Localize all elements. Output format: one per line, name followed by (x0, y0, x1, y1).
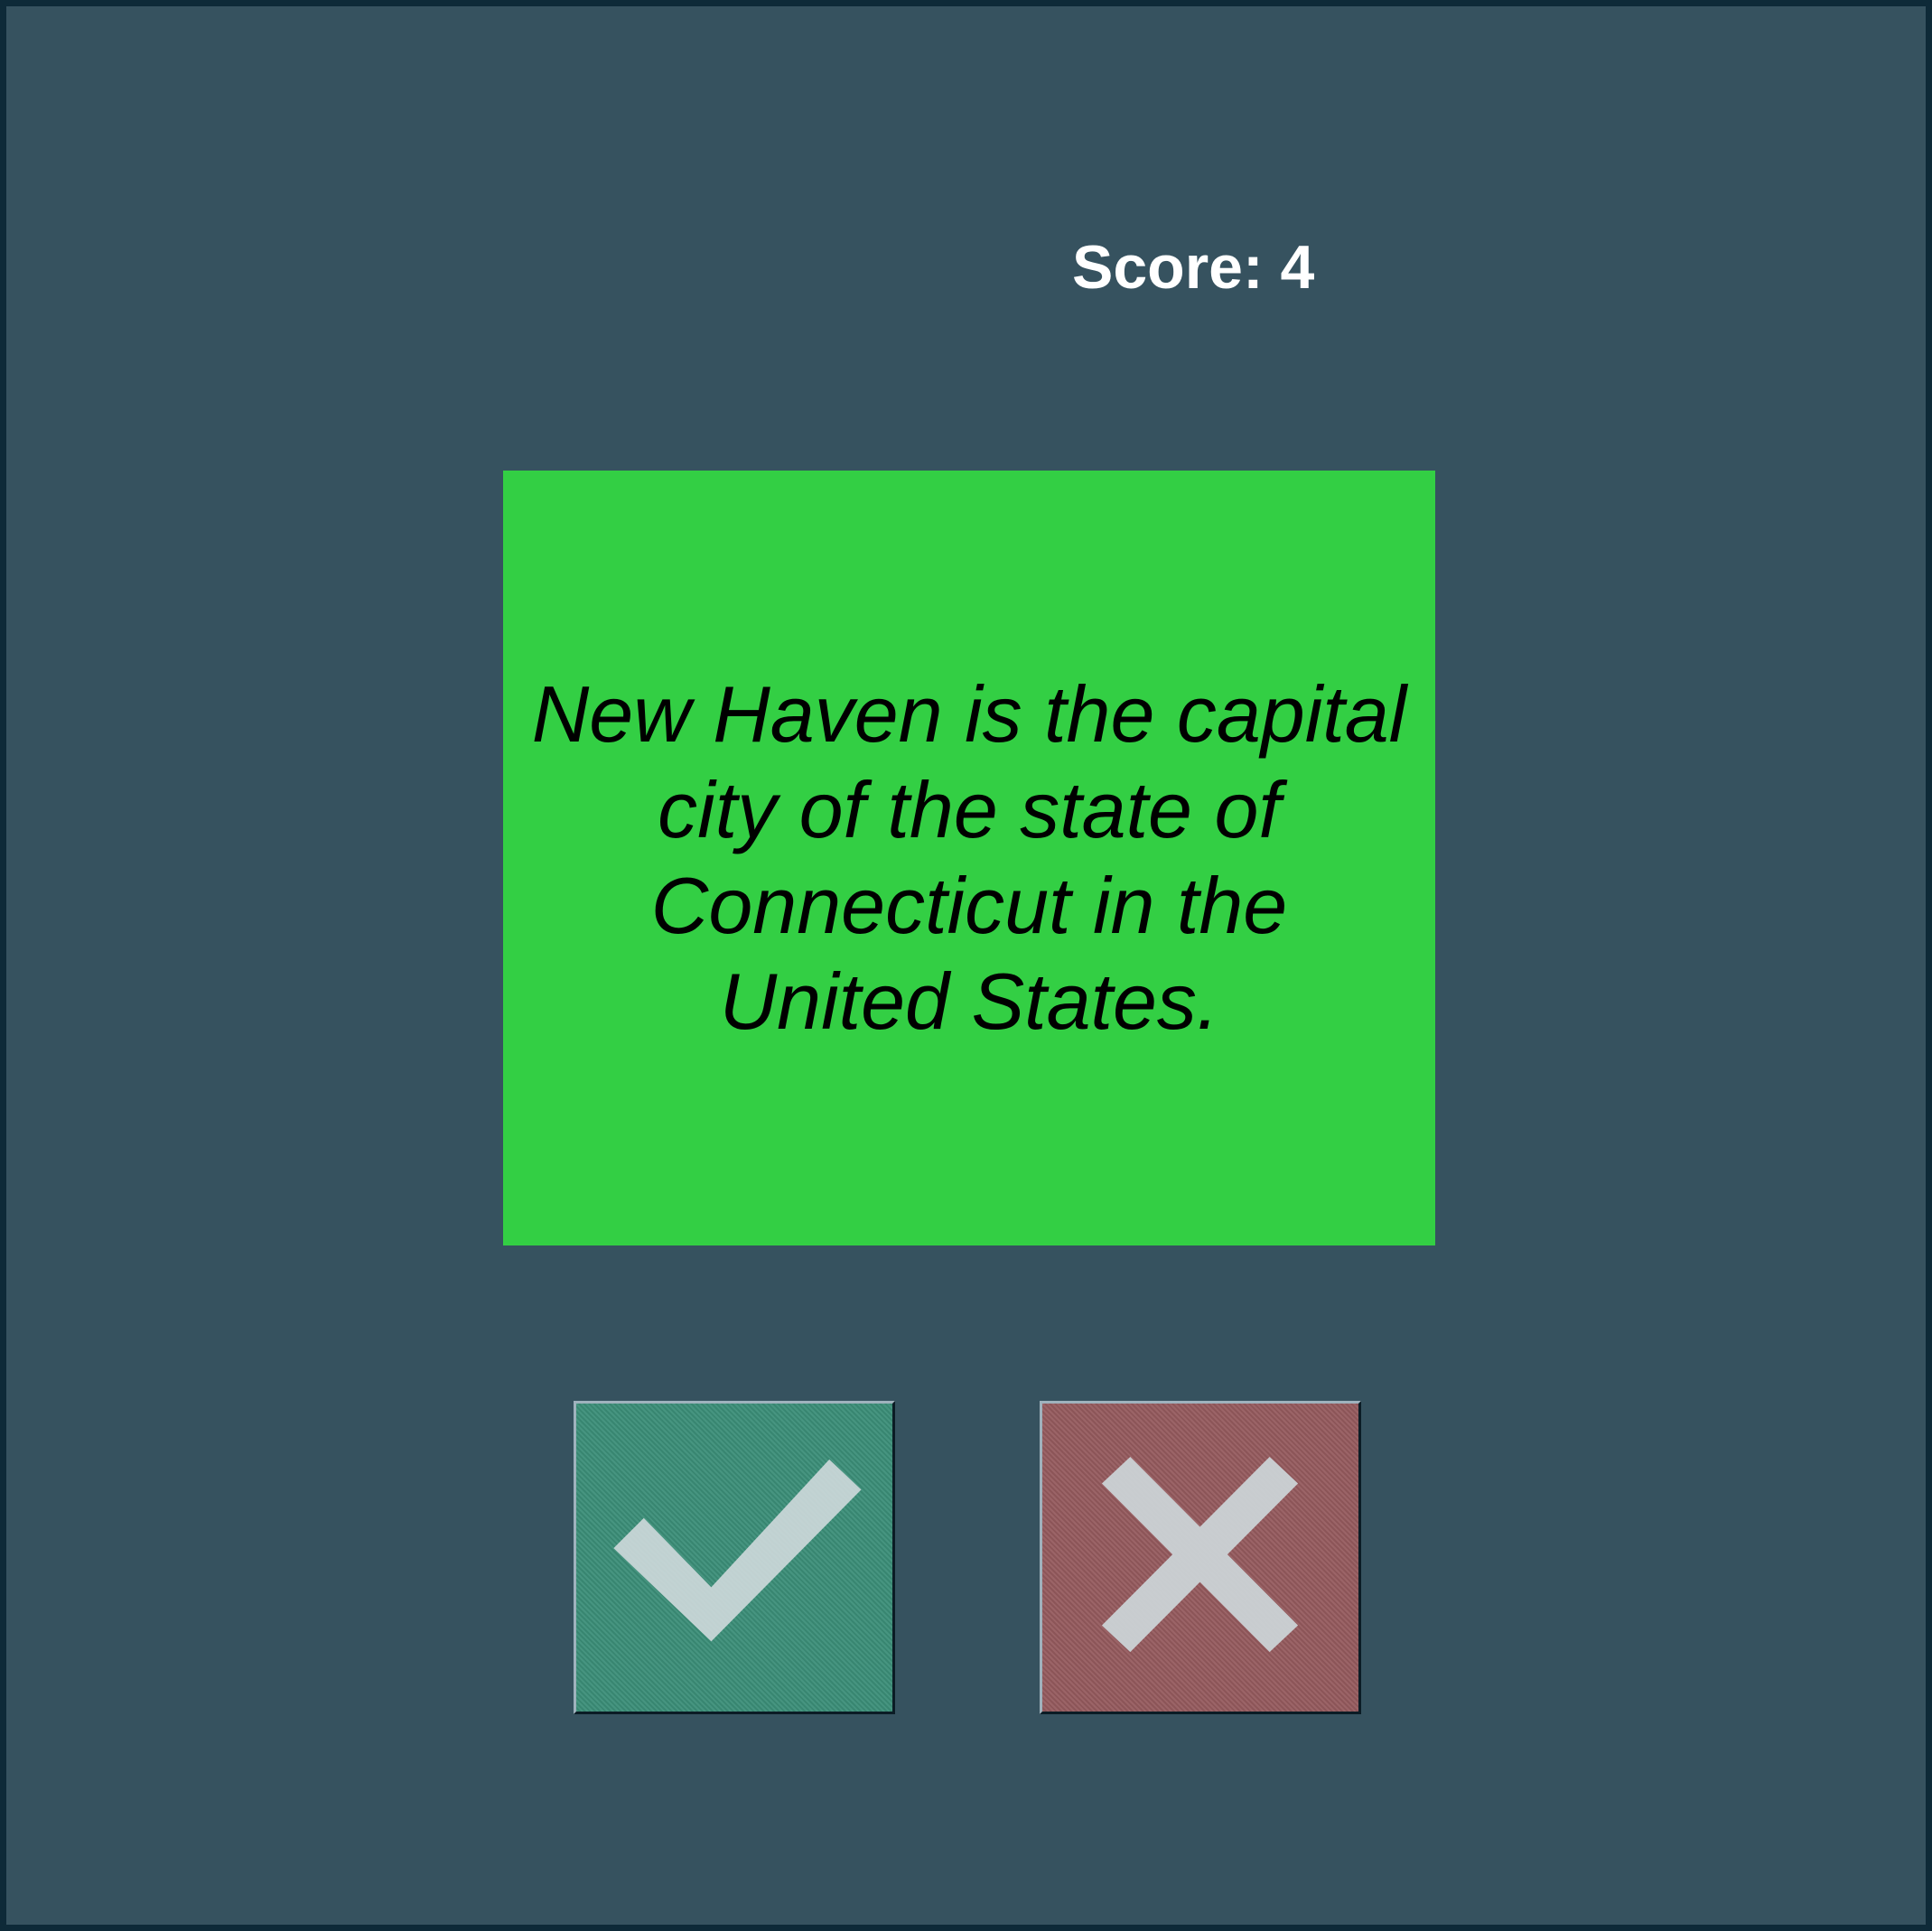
x-icon (1101, 1456, 1299, 1653)
statement-text: New Haven is the capital city of the sta… (531, 669, 1407, 1046)
score-label: Score: 4 (1072, 233, 1315, 302)
true-button[interactable] (574, 1401, 895, 1714)
statement-card: New Haven is the capital city of the sta… (503, 471, 1435, 1245)
false-button[interactable] (1040, 1401, 1361, 1714)
check-icon (613, 1459, 862, 1642)
game-screen: Score: 4 New Haven is the capital city o… (0, 0, 1932, 1931)
